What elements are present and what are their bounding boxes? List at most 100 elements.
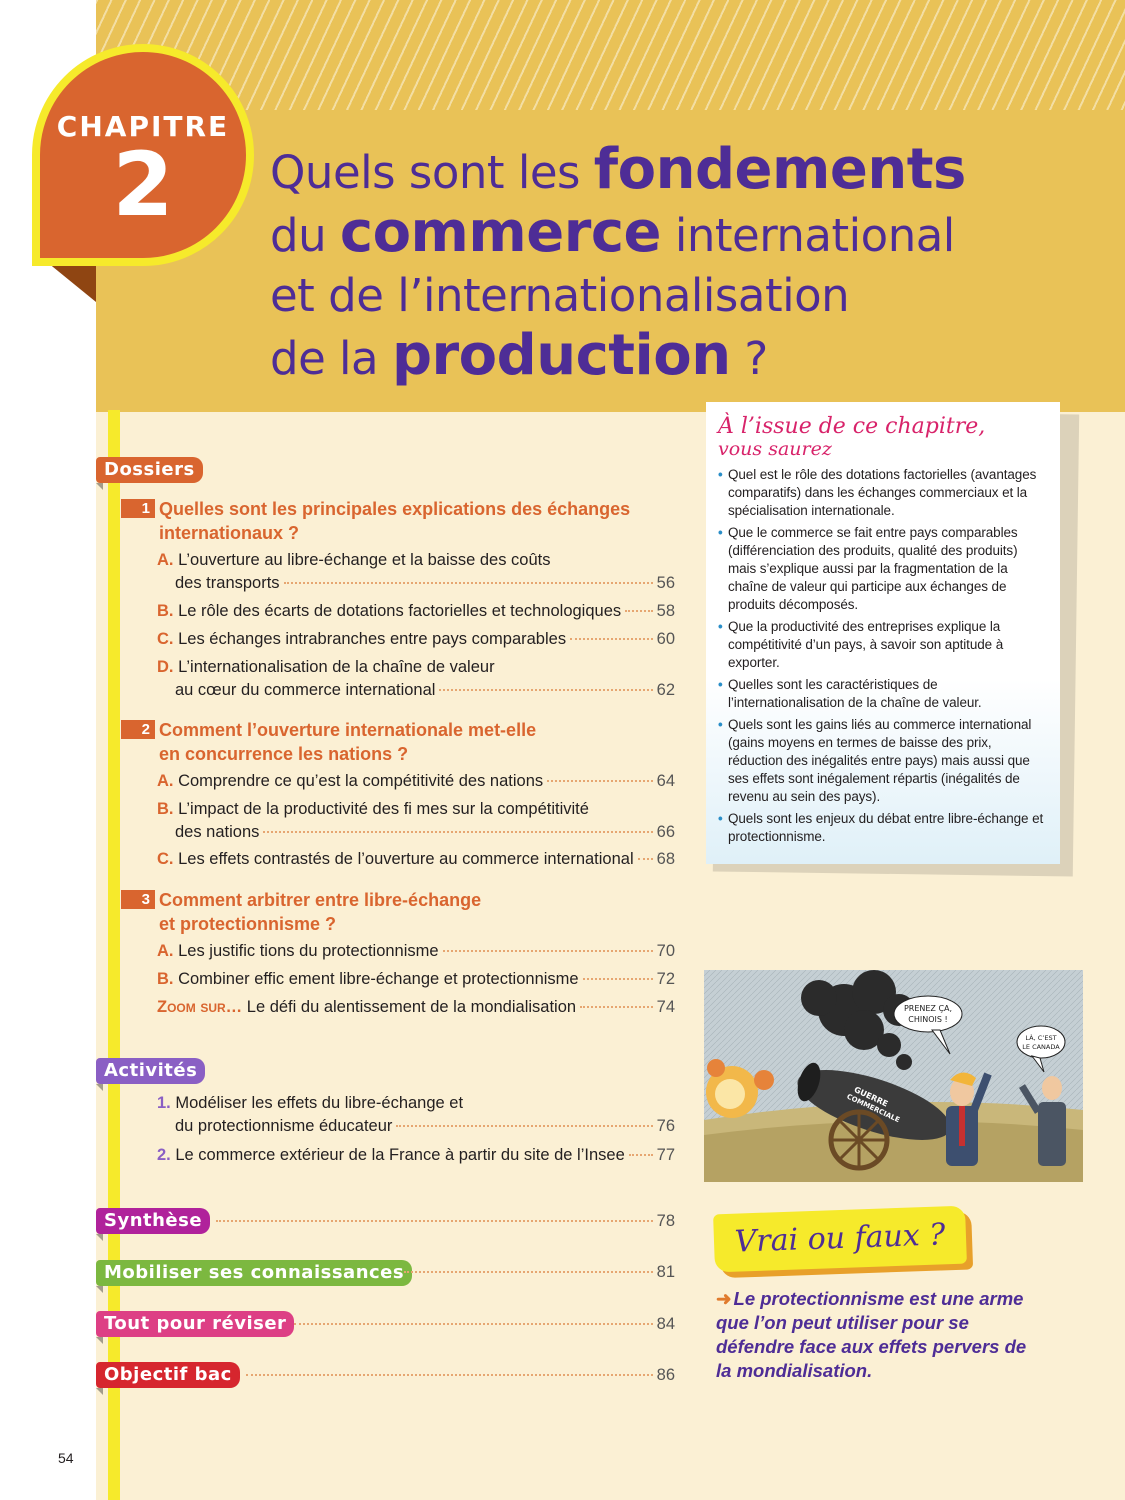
page-ref: 77: [656, 1146, 675, 1164]
dossier-3-header[interactable]: 3 Comment arbitrer entre libre-échange et…: [121, 888, 661, 936]
toc-entry-2a[interactable]: A. Comprendre ce qu’est la compétitivité…: [157, 770, 675, 793]
title-text: du: [270, 209, 340, 262]
toc-entry-1a[interactable]: A. L’ouverture au libre-échange et la ba…: [157, 549, 675, 595]
title-bold: production: [391, 323, 731, 388]
tab-reviser[interactable]: Tout pour réviser: [96, 1311, 295, 1344]
learn-title-line: vous saurez: [718, 438, 832, 460]
dossier-title: Comment l’ouverture internationale met-e…: [159, 720, 537, 740]
entry-text: Modéliser les effets du libre-échange et: [175, 1094, 464, 1112]
tab-synthese[interactable]: Synthèse: [96, 1208, 211, 1241]
tab-objectif-bac[interactable]: Objectif bac: [96, 1362, 240, 1395]
speech-bubble-2: LÀ, C’EST: [1025, 1033, 1056, 1042]
objective-item: Quelles sont les caractéristiques de l’i…: [718, 676, 1048, 712]
zoom-label: Zoom sur…: [157, 998, 243, 1016]
toc-entry-3a[interactable]: A. Les justific tions du protectionnisme…: [157, 940, 675, 963]
entry-text: Les justific tions du protectionnisme: [178, 942, 439, 960]
toc-entry-1b[interactable]: B. Le rôle des écarts de dotations facto…: [157, 600, 675, 623]
dossier-title: Comment arbitrer entre libre-échange: [159, 890, 482, 910]
activity-1[interactable]: 1. Modéliser les effets du libre-échange…: [157, 1092, 675, 1138]
dossier-title: Quelles sont les principales explication…: [159, 499, 631, 519]
page-ref: 86: [656, 1366, 675, 1384]
entry-letter: D.: [157, 658, 174, 676]
entry-text: L’ouverture au libre-échange et la baiss…: [178, 551, 551, 569]
page-ref: 74: [656, 998, 675, 1016]
bac-leader: 86: [242, 1366, 675, 1385]
dossier-title: en concurrence les nations ?: [159, 744, 409, 764]
objective-item: Que le commerce se fait entre pays compa…: [718, 524, 1048, 614]
toc-entry-2c[interactable]: C. Les effets contrastés de l’ouverture …: [157, 848, 675, 871]
toc-entry-3b[interactable]: B. Combiner effic ement libre-échange et…: [157, 968, 675, 991]
entry-letter: A.: [157, 772, 174, 790]
statement-text: Le protectionnisme est une arme que l’on…: [716, 1288, 1027, 1381]
entry-letter: B.: [157, 970, 174, 988]
chapter-title: Quels sont les fondements du commerce in…: [270, 140, 1030, 389]
page-ref: 68: [656, 850, 675, 868]
entry-text: Le défi du alentissement de la mondialis…: [246, 998, 577, 1016]
entry-text: Le rôle des écarts de dotations factorie…: [178, 602, 622, 620]
tab-dossiers[interactable]: Dossiers: [96, 457, 203, 490]
entry-text: au cœur du commerce international: [175, 681, 436, 699]
objective-item: Quels sont les gains liés au commerce in…: [718, 716, 1048, 806]
title-text: ?: [730, 332, 768, 385]
dossier-number: 3: [121, 890, 155, 909]
entry-text: des nations: [175, 823, 260, 841]
page-ref: 76: [656, 1117, 675, 1135]
page-ref: 70: [656, 942, 675, 960]
entry-letter: B.: [157, 800, 174, 818]
dossier-2-header[interactable]: 2 Comment l’ouverture internationale met…: [121, 718, 661, 766]
page-ref: 56: [656, 574, 675, 592]
reviser-leader: 84: [290, 1315, 675, 1334]
entry-text: Comprendre ce qu’est la compétitivité de…: [178, 772, 544, 790]
entry-text: Les effets contrastés de l’ouverture au …: [178, 850, 634, 868]
title-text: international: [661, 209, 955, 262]
entry-text: Combiner effic ement libre-échange et pr…: [178, 970, 579, 988]
page-ref: 60: [656, 630, 675, 648]
speech-bubble-1: CHINOIS !: [908, 1015, 947, 1024]
trade-war-cartoon: GUERRE COMMERCIALE PRENEZ ÇA, CHINOIS ! …: [704, 970, 1083, 1182]
page-ref: 62: [656, 681, 675, 699]
toc-entry-2b[interactable]: B. L’impact de la productivité des fi me…: [157, 798, 675, 844]
chapter-number: 2: [112, 133, 174, 236]
entry-text: Le commerce extérieur de la France à par…: [175, 1146, 625, 1164]
entry-letter: C.: [157, 630, 174, 648]
page-number: 54: [58, 1450, 74, 1466]
activity-2[interactable]: 2. Le commerce extérieur de la France à …: [157, 1144, 675, 1167]
vrai-ou-faux-tag: Vrai ou faux ?: [713, 1205, 967, 1273]
tab-activites[interactable]: Activités: [96, 1058, 206, 1091]
title-text: Quels sont les: [270, 146, 594, 199]
page-ref: 72: [656, 970, 675, 988]
toc-entry-zoom[interactable]: Zoom sur… Le défi du alentissement de la…: [157, 996, 675, 1019]
entry-text: L’impact de la productivité des fi mes s…: [178, 800, 589, 818]
page-ref: 81: [656, 1263, 675, 1281]
vrai-ou-faux-statement: ➜ Le protectionnisme est une arme que l’o…: [716, 1287, 1036, 1383]
objective-item: Quel est le rôle des dotations factoriel…: [718, 466, 1048, 520]
dossier-number: 2: [121, 720, 155, 739]
dossier-number: 1: [121, 499, 155, 518]
toc-entry-1c[interactable]: C. Les échanges intrabranches entre pays…: [157, 628, 675, 651]
learn-title-line: À l’issue de ce chapitre,: [718, 414, 986, 439]
entry-letter: 1.: [157, 1094, 171, 1112]
title-bold: fondements: [593, 137, 967, 202]
mobiliser-leader: 81: [400, 1263, 675, 1282]
toc-entry-1d[interactable]: D. L’internationalisation de la chaîne d…: [157, 656, 675, 702]
entry-letter: 2.: [157, 1146, 171, 1164]
speech-bubble-1: PRENEZ ÇA,: [904, 1004, 952, 1013]
title-text: et de l’internationalisation: [270, 269, 850, 322]
page-ref: 66: [656, 823, 675, 841]
chapter-badge: CHAPITRE 2: [32, 44, 254, 266]
page-ref: 84: [656, 1315, 675, 1333]
objective-item: Que la productivité des entreprises expl…: [718, 618, 1048, 672]
tab-mobiliser[interactable]: Mobiliser ses connaissances: [96, 1260, 413, 1293]
dossier-title: et protectionnisme ?: [159, 914, 337, 934]
entry-text: des transports: [175, 574, 280, 592]
synthese-leader: 78: [212, 1212, 675, 1231]
page-ref: 64: [656, 772, 675, 790]
entry-text: L’internationalisation de la chaîne de v…: [178, 658, 495, 676]
learning-objectives-box: À l’issue de ce chapitre,vous saurez Que…: [706, 402, 1060, 864]
learn-title: À l’issue de ce chapitre, vous saurez: [718, 414, 1048, 461]
dossier-1-header[interactable]: 1 Quelles sont les principales explicati…: [121, 497, 661, 545]
page-ref: 78: [656, 1212, 675, 1230]
page-ref: 58: [656, 602, 675, 620]
entry-letter: A.: [157, 551, 174, 569]
entry-text: Les échanges intrabranches entre pays co…: [178, 630, 567, 648]
